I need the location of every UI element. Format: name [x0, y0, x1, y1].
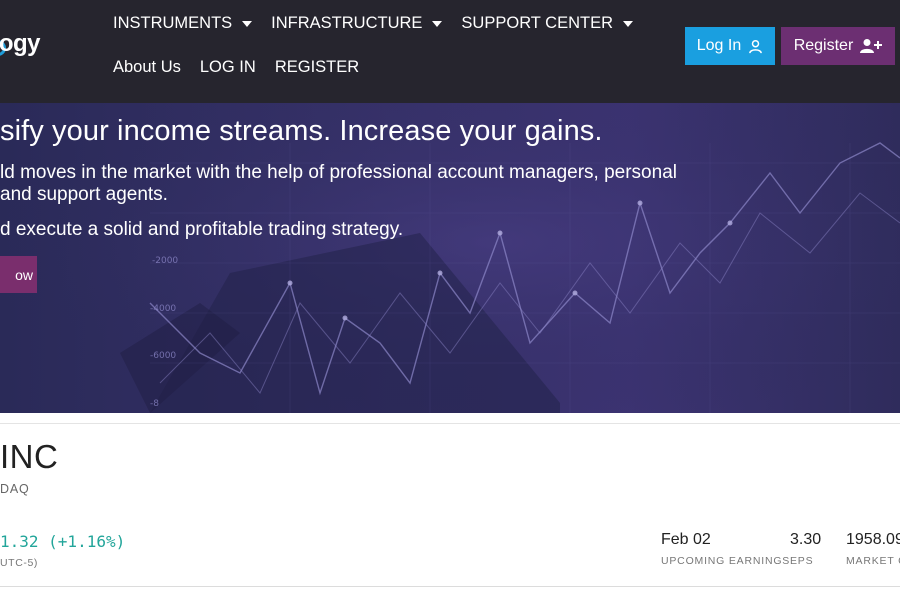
- hero-banner: -2000 -4000 -6000 -8 sify your income st…: [0, 103, 900, 413]
- login-button[interactable]: Log In: [685, 27, 775, 65]
- hero-background-chart: -2000 -4000 -6000 -8: [0, 103, 900, 413]
- menu-instruments-label: INSTRUMENTS: [113, 13, 233, 32]
- menu-instruments[interactable]: INSTRUMENTS: [113, 11, 253, 35]
- company-name: INC: [0, 438, 59, 475]
- timezone-label: UTC-5): [0, 557, 39, 569]
- menu-register[interactable]: REGISTER: [275, 55, 359, 79]
- stat-value: 3.30: [790, 531, 822, 548]
- menu-about-us[interactable]: About Us: [113, 55, 181, 79]
- stat-label: UPCOMING EARNINGS: [661, 555, 791, 567]
- hero-cta-label: ow: [15, 266, 33, 283]
- price-change: 1.32 (+1.16%): [0, 532, 126, 551]
- top-navigation-bar: ogy INSTRUMENTS INFRASTRUCTURE SUPPORT C…: [0, 0, 900, 103]
- stat-label: MARKET CA: [846, 555, 900, 567]
- chevron-down-icon: [242, 21, 253, 27]
- hero-axis-label: -6000: [150, 351, 176, 361]
- hero-axis-label: -8: [150, 399, 159, 409]
- register-button-label: Register: [793, 37, 854, 54]
- hero-headline: sify your income streams. Increase your …: [0, 115, 603, 147]
- hero-axis-label: -4000: [150, 304, 176, 314]
- login-button-label: Log In: [696, 37, 742, 54]
- chevron-down-icon: [623, 21, 634, 27]
- stat-eps: 3.30 EPS: [790, 531, 821, 567]
- user-plus-icon: [860, 39, 883, 53]
- stat-label: EPS: [790, 555, 814, 567]
- stock-summary-panel: INC DAQ 1.32 (+1.16%) UTC-5) Feb 02 UPCO…: [0, 423, 900, 587]
- main-menu-row: INSTRUMENTS INFRASTRUCTURE SUPPORT CENTE…: [113, 11, 652, 35]
- hero-axis-label: -2000: [152, 256, 178, 266]
- user-icon: [749, 39, 763, 53]
- brand-logo[interactable]: ogy: [0, 30, 46, 60]
- stat-value: 1958.09: [846, 531, 900, 548]
- menu-infrastructure[interactable]: INFRASTRUCTURE: [271, 11, 443, 35]
- menu-support-center[interactable]: SUPPORT CENTER: [461, 11, 634, 35]
- section-divider: [0, 586, 900, 587]
- register-button[interactable]: Register: [781, 27, 895, 65]
- exchange-label: DAQ: [0, 482, 30, 496]
- logo-text: ogy: [0, 30, 41, 57]
- hero-description-line: d execute a solid and profitable trading…: [0, 219, 404, 240]
- chevron-down-icon: [432, 21, 443, 27]
- hero-description-line: ld moves in the market with the help of …: [0, 162, 677, 183]
- menu-log-in[interactable]: LOG IN: [200, 55, 256, 79]
- hero-cta-button[interactable]: ow: [0, 256, 37, 293]
- menu-infrastructure-label: INFRASTRUCTURE: [271, 13, 423, 32]
- stat-market-cap: 1958.09 MARKET CA: [846, 531, 900, 567]
- stat-upcoming-earnings: Feb 02 UPCOMING EARNINGS: [661, 531, 790, 567]
- stat-value: Feb 02: [661, 531, 711, 548]
- secondary-menu-row: About Us LOG IN REGISTER: [113, 55, 378, 79]
- hero-description-line: and support agents.: [0, 184, 168, 205]
- menu-support-center-label: SUPPORT CENTER: [461, 13, 614, 32]
